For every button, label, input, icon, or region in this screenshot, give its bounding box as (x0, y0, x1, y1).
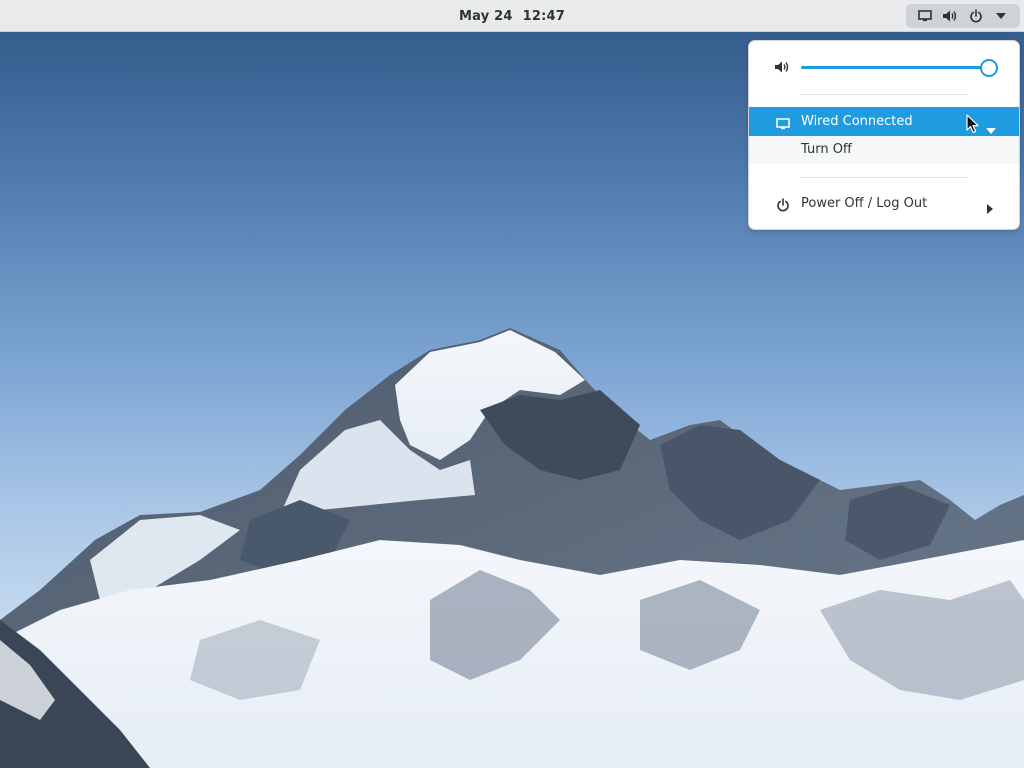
power-off-log-out-label: Power Off / Log Out (801, 196, 928, 211)
clock-time: 12:47 (522, 8, 565, 24)
clock[interactable]: May 24 12:47 (0, 0, 1024, 32)
mouse-pointer-icon (966, 114, 980, 138)
display-icon (776, 115, 790, 134)
power-off-log-out-item[interactable]: Power Off / Log Out (749, 190, 1019, 218)
menu-separator (801, 94, 967, 95)
top-bar: May 24 12:47 (0, 0, 1024, 32)
volume-slider-handle[interactable] (980, 59, 998, 77)
turn-off-label: Turn Off (801, 142, 852, 157)
display-icon (916, 7, 934, 25)
dropdown-caret-icon (992, 7, 1010, 25)
speaker-icon (774, 59, 790, 79)
clock-date: May 24 (459, 8, 513, 24)
speaker-icon (941, 7, 959, 25)
volume-slider-fill (801, 66, 989, 69)
turn-off-item[interactable]: Turn Off (749, 136, 1019, 164)
power-icon (776, 197, 790, 216)
power-icon (967, 7, 985, 25)
chevron-right-icon (987, 199, 993, 218)
wired-connection-label: Wired Connected (801, 114, 913, 129)
system-status-area[interactable] (906, 4, 1020, 28)
volume-row (749, 55, 1019, 81)
menu-separator (801, 177, 967, 178)
volume-slider[interactable] (801, 59, 998, 77)
